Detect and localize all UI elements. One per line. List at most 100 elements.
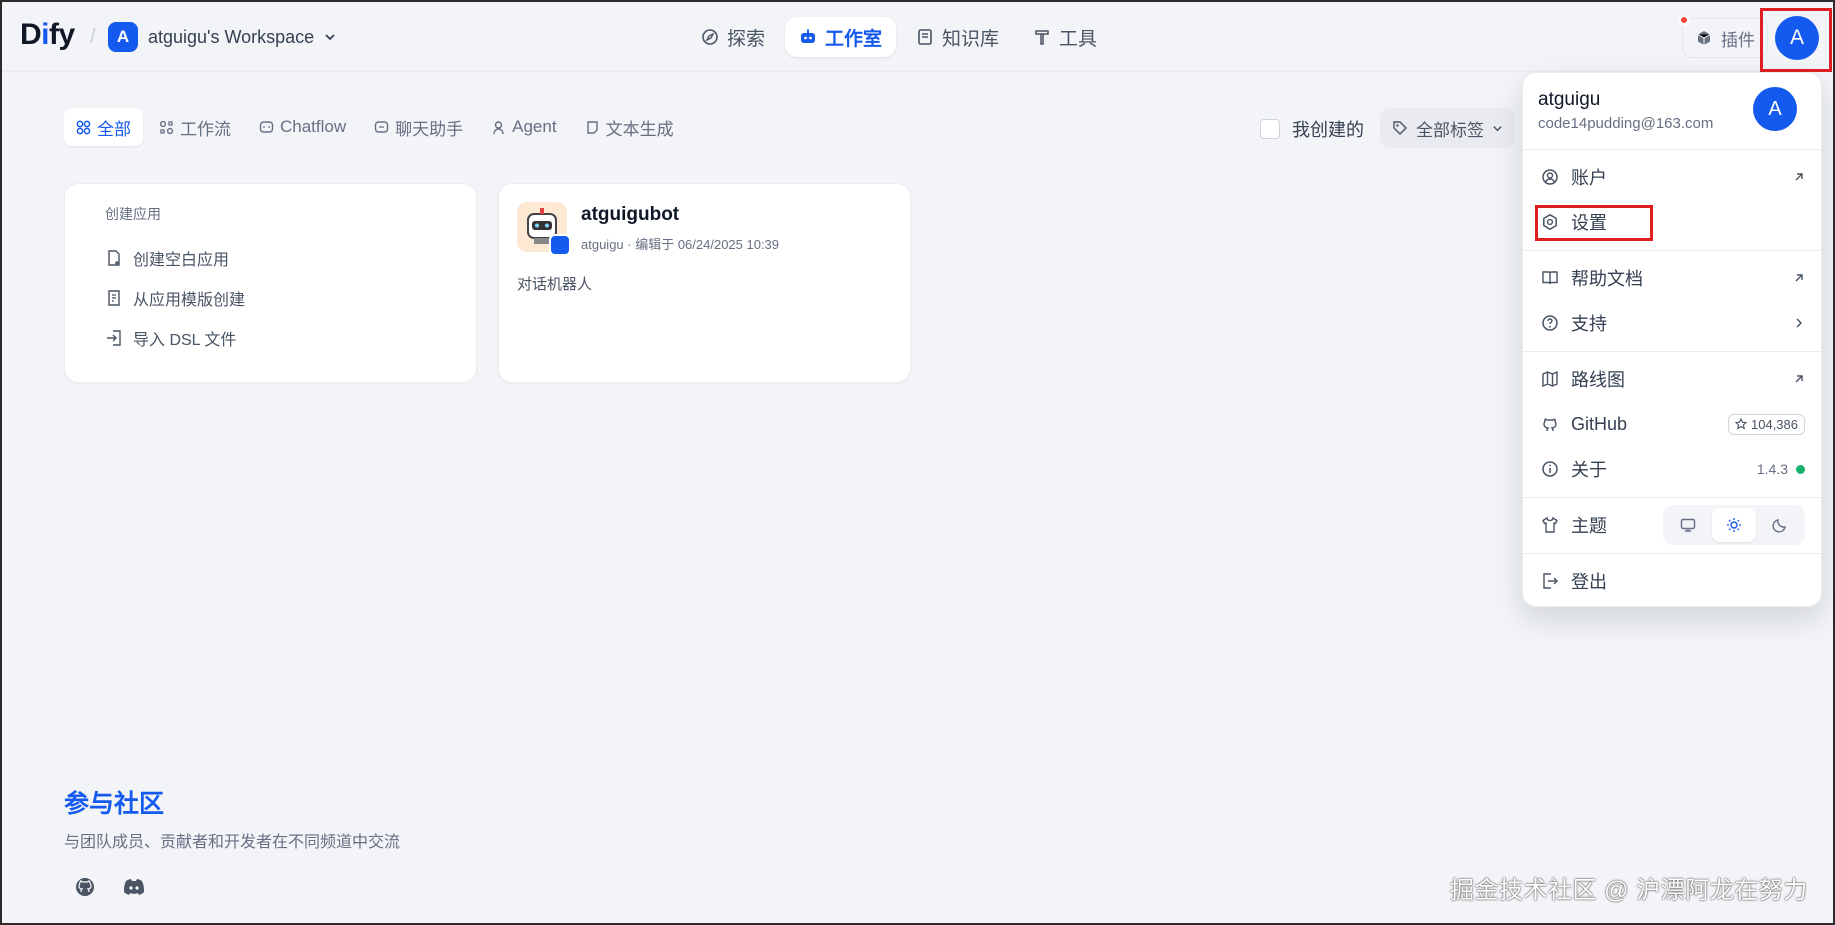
tab-text-generation[interactable]: 文本生成 <box>573 108 686 146</box>
tab-chatflow-label: Chatflow <box>280 117 347 136</box>
status-dot <box>1796 464 1805 474</box>
create-app-title: 创建应用 <box>105 206 161 222</box>
tab-text-generation-label: 文本生成 <box>605 119 674 139</box>
workspace-switcher[interactable]: A atguigu's Workspace <box>108 22 336 52</box>
moon-icon <box>1772 517 1788 533</box>
tab-chat-assistant-label: 聊天助手 <box>395 119 464 139</box>
theme-dark-button[interactable] <box>1758 508 1802 542</box>
robot-avatar-icon <box>517 202 571 256</box>
nav-tools[interactable]: 工具 <box>1019 17 1111 57</box>
theme-system-button[interactable] <box>1666 508 1710 542</box>
community-title: 参与社区 <box>64 790 165 818</box>
arrow-up-right-icon <box>1793 272 1805 284</box>
menu-divider <box>1523 250 1821 251</box>
header-separator: / <box>90 26 96 48</box>
plugins-button[interactable]: 插件 <box>1679 15 1768 58</box>
import-icon <box>105 329 123 347</box>
tab-agent[interactable]: Agent <box>479 108 568 146</box>
menu-divider <box>1523 351 1821 352</box>
nav-tools-label: 工具 <box>1059 28 1098 50</box>
user-circle-icon <box>1541 168 1559 186</box>
discord-icon[interactable] <box>122 876 146 898</box>
dify-logo[interactable]: Dify <box>20 18 75 52</box>
import-dsl-label: 导入 DSL 文件 <box>133 332 237 349</box>
menu-item-logout-label: 登出 <box>1571 572 1607 592</box>
menu-item-about[interactable]: 关于 1.4.3 <box>1533 449 1813 489</box>
github-stars: 104,386 <box>1728 413 1805 435</box>
menu-divider <box>1523 553 1821 554</box>
menu-item-roadmap-label: 路线图 <box>1571 370 1625 390</box>
map-icon <box>1541 370 1559 388</box>
menu-item-help-docs[interactable]: 帮助文档 <box>1533 258 1813 298</box>
logout-icon <box>1541 572 1559 590</box>
plugins-label: 插件 <box>1721 30 1755 50</box>
tab-chatflow[interactable]: Chatflow <box>247 108 358 146</box>
menu-divider <box>1523 149 1821 150</box>
menu-item-roadmap[interactable]: 路线图 <box>1533 359 1813 399</box>
menu-item-logout[interactable]: 登出 <box>1533 561 1813 601</box>
tab-chat-assistant[interactable]: 聊天助手 <box>362 108 475 146</box>
compass-icon <box>701 28 719 46</box>
info-circle-icon <box>1541 460 1559 478</box>
created-by-me-filter[interactable]: 我创建的 <box>1260 116 1364 142</box>
agent-icon <box>491 120 506 135</box>
template-icon <box>105 289 123 307</box>
tag-icon <box>1392 120 1408 136</box>
chat-app-badge-icon <box>549 234 571 256</box>
menu-item-theme: 主题 <box>1533 505 1813 545</box>
theme-button-group <box>1663 505 1805 545</box>
community-subtitle: 与团队成员、贡献者和开发者在不同频道中交流 <box>64 834 401 851</box>
menu-item-account-label: 账户 <box>1571 168 1607 188</box>
menu-divider <box>1523 497 1821 498</box>
tab-agent-label: Agent <box>512 117 557 136</box>
highlight-box-settings <box>1535 205 1653 241</box>
user-dropdown-menu: atguigu code14pudding@163.com A 账户 设置 帮助… <box>1522 72 1822 607</box>
nav-knowledge[interactable]: 知识库 <box>902 17 1013 57</box>
app-card-atguigubot[interactable]: atguigubot atguigu · 编辑于 06/24/2025 10:3… <box>498 183 911 383</box>
chevron-down-icon <box>324 31 336 43</box>
create-app-card: 创建应用 创建空白应用 从应用模版创建 导入 DSL 文件 <box>64 183 477 383</box>
nav-explore[interactable]: 探索 <box>687 17 779 57</box>
create-from-template-button[interactable]: 从应用模版创建 <box>105 278 436 318</box>
import-dsl-button[interactable]: 导入 DSL 文件 <box>105 318 436 358</box>
workspace-name: atguigu's Workspace <box>148 26 315 47</box>
github-icon[interactable] <box>74 876 96 898</box>
github-icon <box>1541 415 1559 433</box>
menu-item-support[interactable]: 支持 <box>1533 303 1813 343</box>
note-icon <box>585 120 600 135</box>
theme-light-button[interactable] <box>1712 508 1756 542</box>
star-icon <box>1735 418 1747 430</box>
watermark-text: 掘金技术社区 @ 沪漂阿龙在努力 <box>1450 877 1808 904</box>
chevron-right-icon <box>1793 317 1805 329</box>
robot-icon <box>799 28 817 46</box>
arrow-up-right-icon <box>1793 373 1805 385</box>
nav-knowledge-label: 知识库 <box>942 28 1000 50</box>
community-links <box>74 876 400 898</box>
version-number: 1.4.3 <box>1756 461 1788 477</box>
app-description: 对话机器人 <box>517 276 593 293</box>
star-badge: 104,386 <box>1728 413 1805 435</box>
tags-filter-button[interactable]: 全部标签 <box>1380 108 1515 148</box>
menu-item-account[interactable]: 账户 <box>1533 157 1813 197</box>
tab-workflow[interactable]: 工作流 <box>147 108 243 146</box>
menu-item-github[interactable]: GitHub 104,386 <box>1533 404 1813 444</box>
sun-icon <box>1726 517 1742 533</box>
tags-filter-label: 全部标签 <box>1416 120 1484 140</box>
created-by-me-label: 我创建的 <box>1292 120 1364 140</box>
cube-icon <box>1695 29 1713 47</box>
question-circle-icon <box>1541 314 1559 332</box>
menu-user-email: code14pudding@163.com <box>1538 115 1714 132</box>
book-icon <box>916 28 934 46</box>
workflow-icon <box>159 120 174 135</box>
chat-bubble-icon <box>259 120 274 135</box>
main-nav: 探索 工作室 知识库 工具 <box>687 17 1111 57</box>
created-by-me-checkbox[interactable] <box>1260 119 1280 139</box>
workspace-avatar: A <box>108 22 138 52</box>
tab-all[interactable]: 全部 <box>64 108 143 146</box>
nav-studio[interactable]: 工作室 <box>785 17 897 57</box>
nav-explore-label: 探索 <box>727 28 766 50</box>
grid-icon <box>76 120 91 135</box>
create-blank-app-button[interactable]: 创建空白应用 <box>105 238 436 278</box>
menu-item-github-label: GitHub <box>1571 413 1628 434</box>
tab-workflow-label: 工作流 <box>180 119 231 139</box>
